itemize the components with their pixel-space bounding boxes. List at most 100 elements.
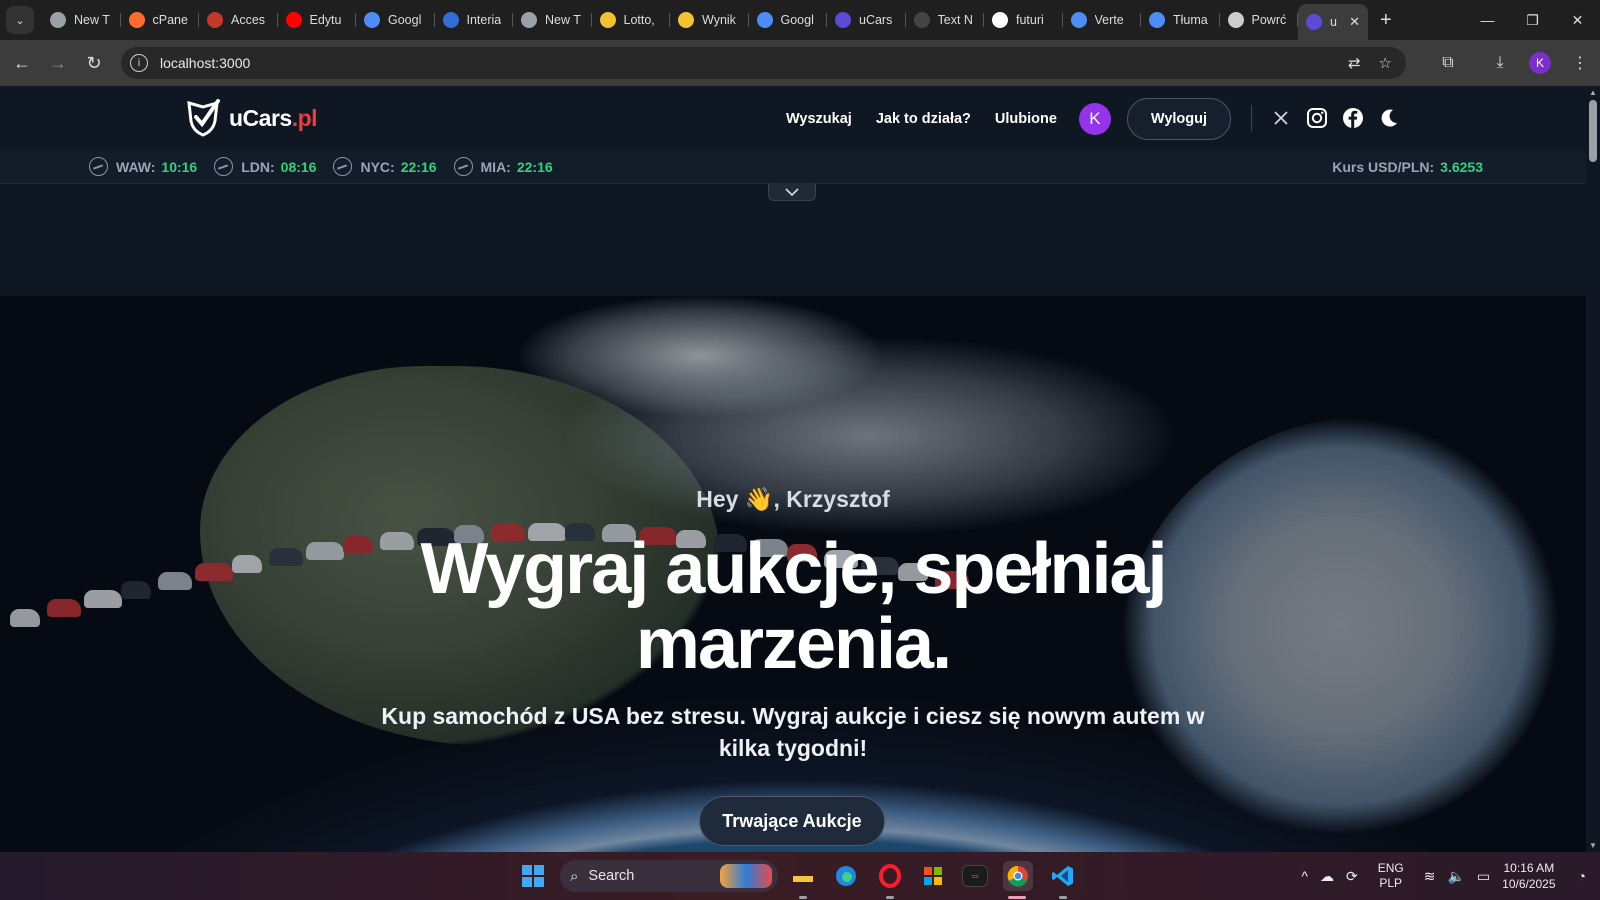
wifi-icon[interactable]: ≋ <box>1424 868 1436 885</box>
system-clock[interactable]: 10:16 AM 10/6/2025 <box>1502 860 1555 892</box>
browser-tab[interactable]: uCars <box>827 4 906 36</box>
forward-icon[interactable]: → <box>40 53 76 74</box>
scrollbar-thumb[interactable] <box>1589 100 1597 162</box>
social-links <box>1251 105 1414 131</box>
tab-search-button[interactable]: ⌄ <box>6 6 34 34</box>
volume-icon[interactable]: 🔈 <box>1447 868 1464 885</box>
restore-icon[interactable]: ❐ <box>1510 0 1555 40</box>
tab-title: New T <box>74 13 110 27</box>
browser-tab[interactable]: Powrć <box>1220 4 1299 36</box>
close-tab-icon[interactable]: ✕ <box>1349 14 1360 30</box>
battery-icon[interactable]: ▭ <box>1477 868 1490 885</box>
gemini-icon <box>364 12 380 28</box>
chevron-down-icon <box>785 187 799 196</box>
browser-tab[interactable]: Wynik <box>670 4 749 36</box>
browser-menu-icon[interactable]: ⋮ <box>1560 53 1600 73</box>
browser-tab[interactable]: New T <box>42 4 121 36</box>
scroll-down-icon[interactable]: ▼ <box>1589 841 1597 850</box>
clock-icon <box>453 157 473 176</box>
chrome-icon[interactable] <box>1003 861 1033 891</box>
tab-title: Lotto, <box>623 13 655 27</box>
terminal-icon[interactable]: ▭ <box>962 865 988 887</box>
openai-icon <box>1227 12 1244 28</box>
browser-tab[interactable]: Verte <box>1063 4 1142 36</box>
tab-title: Powrć <box>1251 13 1287 27</box>
scroll-up-icon[interactable]: ▲ <box>1589 88 1597 97</box>
tab-title: Tłuma <box>1173 13 1208 27</box>
ongoing-auctions-button[interactable]: Trwające Aukcje <box>699 796 885 846</box>
hero-content: Hey 👋, Krzysztof Wygraj aukcje, spełniaj… <box>0 296 1586 852</box>
window-controls: — ❐ ✕ <box>1465 0 1600 40</box>
world-clock: LDN: 08:16 <box>214 157 316 176</box>
page-scrollbar[interactable]: ▲ ▼ <box>1586 86 1600 852</box>
browser-tab[interactable]: Edytu <box>278 4 357 36</box>
browser-tab[interactable]: cPane <box>121 4 200 36</box>
reload-icon[interactable]: ↻ <box>76 53 112 74</box>
app-indicator-active <box>1008 896 1026 899</box>
vscode-icon[interactable] <box>1048 861 1078 891</box>
exchange-rate-label: Kurs USD/PLN: <box>1332 159 1435 175</box>
new-tab-button[interactable]: + <box>1380 9 1392 32</box>
browser-tab[interactable]: Googl <box>356 4 435 36</box>
chrome-icon <box>521 12 537 28</box>
tab-title: u <box>1330 15 1337 29</box>
system-tray: ^ ☁ ⟳ ENG PLP ≋ 🔈 ▭ 10:16 AM 10/6/2025 ◔ <box>1295 852 1600 900</box>
browser-tab-bar: ⌄ New T cPane Acces Edytu Googl Interia New T L… <box>0 0 1600 40</box>
clock-time: 08:16 <box>280 158 317 175</box>
clock-date: 10/6/2025 <box>1502 877 1556 891</box>
browser-tab[interactable]: Text N <box>906 4 985 36</box>
windows-start-icon[interactable] <box>522 865 544 887</box>
taskbar-search[interactable]: ⌕ Search <box>560 860 778 892</box>
language-indicator[interactable]: ENG PLP <box>1378 861 1404 891</box>
app-indicator <box>799 896 807 899</box>
chevron-up-icon[interactable]: ^ <box>1301 868 1308 884</box>
back-icon[interactable]: ← <box>4 53 40 74</box>
logout-button[interactable]: Wyloguj <box>1126 98 1231 140</box>
facebook-icon[interactable] <box>1342 107 1364 129</box>
nav-favorites[interactable]: Ulubione <box>995 111 1057 127</box>
logo-text: uCars.pl <box>229 104 318 131</box>
clock-time: 22:16 <box>516 158 553 175</box>
browser-tab[interactable]: Lotto, <box>592 4 671 36</box>
browser-tab[interactable]: Acces <box>199 4 278 36</box>
browser-tab[interactable]: Interia <box>435 4 514 36</box>
taskbar-search-label: Search <box>588 868 635 884</box>
browser-tab[interactable]: futuri <box>984 4 1063 36</box>
tab-title: New T <box>545 13 581 27</box>
tab-title: Interia <box>466 13 502 27</box>
file-explorer-icon[interactable]: ▬ <box>788 861 818 891</box>
browser-tab[interactable]: Tłuma <box>1141 4 1220 36</box>
minimize-icon[interactable]: — <box>1465 0 1510 40</box>
x-icon[interactable] <box>1270 107 1292 129</box>
cloud-status-icon[interactable]: ☁ <box>1320 868 1334 885</box>
tab-title: futuri <box>1016 13 1044 27</box>
profile-avatar[interactable]: K <box>1529 52 1551 74</box>
os-taskbar: ⌕ Search ▬ ▭ ^ ☁ ⟳ ENG PLP ≋ 🔈 ▭ 10:16 A… <box>0 852 1600 900</box>
address-bar[interactable]: i localhost:3000 ⇄ ☆ <box>121 47 1406 79</box>
bookmark-star-icon[interactable]: ☆ <box>1379 54 1392 72</box>
site-info-icon[interactable]: i <box>130 54 148 72</box>
store-icon[interactable] <box>918 861 948 891</box>
extensions-icon[interactable]: ⧉ <box>1428 54 1468 72</box>
opera-icon[interactable] <box>875 861 905 891</box>
translate-icon[interactable]: ⇄ <box>1348 54 1361 72</box>
instagram-icon[interactable] <box>1306 107 1328 129</box>
clock-icon <box>333 157 353 176</box>
user-avatar[interactable]: K <box>1078 103 1111 135</box>
expand-toggle[interactable] <box>768 183 816 201</box>
browser-tab[interactable]: Googl <box>749 4 828 36</box>
notification-bell-icon[interactable]: ◔ <box>1578 868 1586 884</box>
edge-icon[interactable] <box>831 861 861 891</box>
browser-tab[interactable]: New T <box>513 4 592 36</box>
close-window-icon[interactable]: ✕ <box>1555 0 1600 40</box>
clock-icon <box>214 157 234 176</box>
nav-how-it-works[interactable]: Jak to działa? <box>876 111 971 127</box>
moon-icon[interactable] <box>1378 107 1400 129</box>
download-icon[interactable]: ⤓ <box>1480 54 1520 72</box>
nav-search[interactable]: Wyszukaj <box>786 111 852 127</box>
url-text[interactable]: localhost:3000 <box>160 55 250 71</box>
divider <box>1251 105 1252 131</box>
browser-tab-active[interactable]: u ✕ <box>1298 4 1368 40</box>
site-logo[interactable]: uCars.pl <box>185 99 318 137</box>
sync-icon[interactable]: ⟳ <box>1346 868 1358 885</box>
